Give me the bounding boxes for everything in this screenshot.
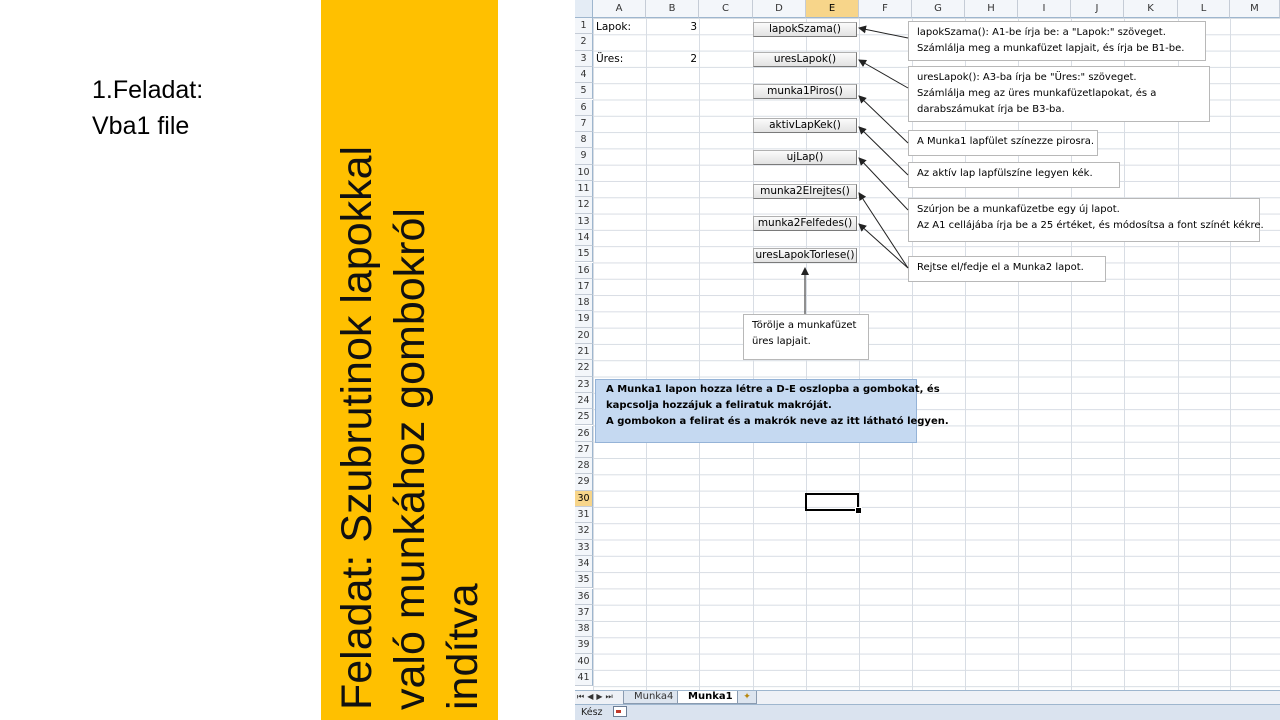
arrow-ureslapok — [858, 59, 909, 89]
fill-handle[interactable] — [855, 507, 862, 514]
excel-window: A B C D E F G H I J K L M 1 2 3 4 5 6 7 8 9 10 11 1… — [575, 0, 1280, 720]
connector-arrows — [801, 25, 909, 314]
status-ready: Kész — [581, 707, 603, 718]
task-banner: Feladat: Szubrutinok lapokkal való munká… — [321, 0, 498, 720]
arrow-ujlap — [858, 157, 909, 211]
arrow-aktivlapkek — [858, 126, 909, 176]
macro-record-icon[interactable] — [613, 706, 627, 717]
arrow-lapokszama — [858, 25, 909, 39]
task-title-line2: Vba1 file — [92, 112, 190, 140]
arrow-munka1piros — [858, 95, 909, 144]
banner-line: indítva — [439, 583, 487, 710]
insert-sheet-icon[interactable]: ✦ — [737, 691, 757, 704]
banner-text: Feladat: Szubrutinok lapokkal való munká… — [321, 0, 498, 720]
sheet-tabs-bar: ⏮◀▶⏭ Munka4 Munka1 ✦ — [575, 690, 1280, 704]
active-cell-e30[interactable] — [805, 493, 859, 511]
tab-scroll-arrows-icon[interactable]: ⏮◀▶⏭ — [577, 691, 616, 703]
tab-munka1[interactable]: Munka1 — [677, 691, 744, 704]
task-title-line1: 1.Feladat: — [92, 76, 204, 104]
tab-munka4[interactable]: Munka4 — [623, 691, 685, 704]
banner-line: való munkához gombokról — [386, 208, 434, 710]
banner-line: Feladat: Szubrutinok lapokkal — [333, 145, 381, 710]
status-bar: Kész — [575, 704, 1280, 720]
task-title: 1.Feladat: Vba1 file — [92, 72, 203, 144]
